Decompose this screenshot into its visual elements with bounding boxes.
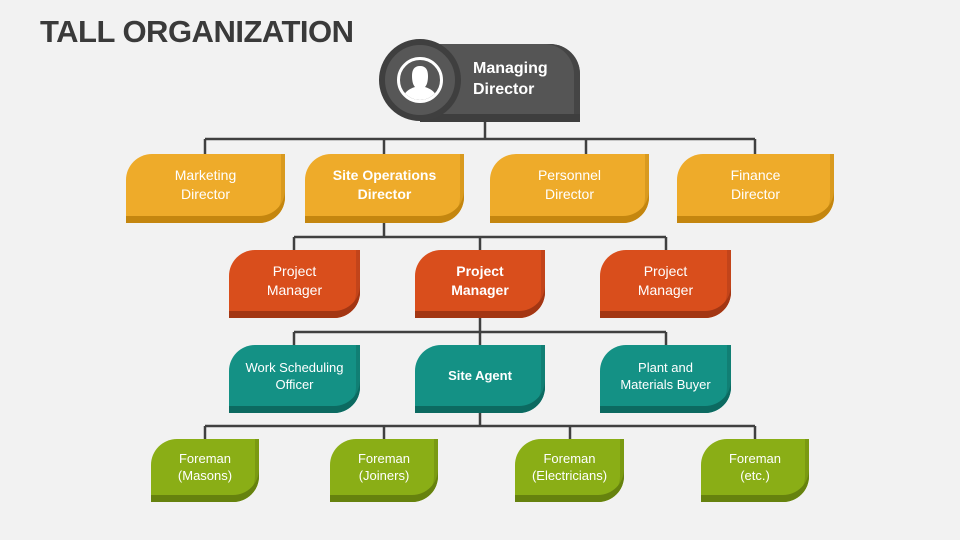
node-line1: Site Agent [448,368,512,383]
node-line1: Marketing [174,167,237,183]
node-line2: Manager [451,281,509,298]
node-line1: Project [272,262,317,279]
node-line1: Foreman [543,451,596,466]
managing-director-line2: Director [473,81,535,98]
node-marketing-director[interactable]: Marketing Director [126,154,285,223]
node-line1: Finance [730,167,781,183]
node-line1: Project [456,262,504,279]
node-work-scheduling-officer[interactable]: Work Scheduling Officer [229,345,360,413]
node-plant-materials-buyer[interactable]: Plant and Materials Buyer [600,345,731,413]
node-line2: Officer [275,376,314,392]
node-personnel-director[interactable]: Personnel Director [490,154,649,223]
person-avatar-icon [397,57,443,103]
node-foreman-masons[interactable]: Foreman (Masons) [151,439,259,502]
node-line1: Site Operations [332,167,437,183]
node-line2: Manager [266,281,323,298]
node-project-manager-2[interactable]: Project Manager [415,250,545,318]
node-line2: Manager [637,281,694,298]
node-site-operations-director[interactable]: Site Operations Director [305,154,464,223]
node-line1: Foreman [178,451,232,466]
node-line2: (Masons) [177,468,233,483]
node-line2: Director [180,186,230,202]
managing-director-label: Managing Director [473,58,548,100]
node-line1: Project [643,262,688,279]
node-line1: Foreman [728,451,782,466]
node-project-manager-1[interactable]: Project Manager [229,250,360,318]
managing-director-avatar [379,39,461,121]
node-foreman-joiners[interactable]: Foreman (Joiners) [330,439,438,502]
node-line2: Director [357,186,412,202]
node-line1: Plant and [638,359,693,375]
node-line1: Work Scheduling [245,359,344,375]
node-line2: Director [730,186,780,202]
node-line2: Director [544,186,594,202]
node-site-agent[interactable]: Site Agent [415,345,545,413]
node-line2: (Joiners) [358,468,410,483]
node-project-manager-3[interactable]: Project Manager [600,250,731,318]
node-foreman-electricians[interactable]: Foreman (Electricians) [515,439,624,502]
node-line2: (Electricians) [531,468,608,483]
node-finance-director[interactable]: Finance Director [677,154,834,223]
node-foreman-etc[interactable]: Foreman (etc.) [701,439,809,502]
node-line1: Personnel [537,167,602,183]
node-line2: Materials Buyer [620,376,711,392]
node-line2: (etc.) [740,468,770,483]
managing-director-line1: Managing [473,60,548,77]
node-line1: Foreman [357,451,411,466]
